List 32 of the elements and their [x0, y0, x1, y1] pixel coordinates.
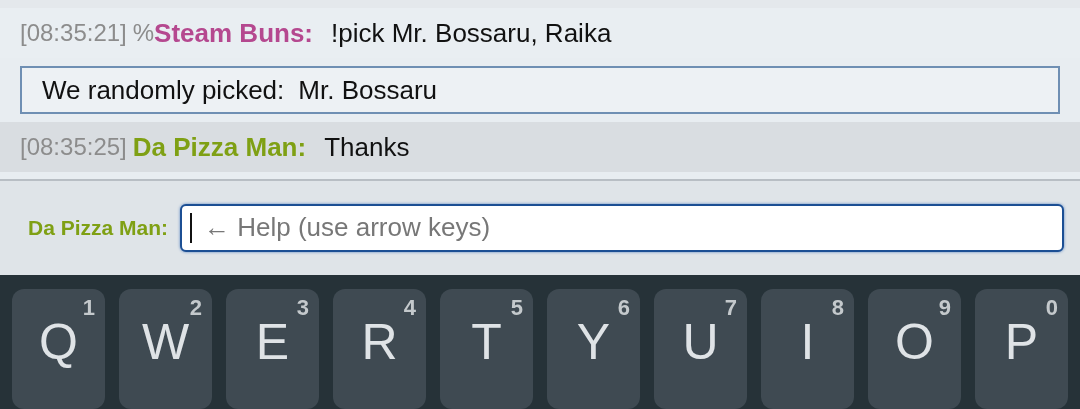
- key-hint: 9: [938, 295, 951, 321]
- keyboard-key[interactable]: Q 1: [12, 289, 105, 409]
- keyboard-key[interactable]: U 7: [654, 289, 747, 409]
- message-time: [08:35:25]: [20, 133, 127, 161]
- key-hint: 0: [1045, 295, 1058, 321]
- nick-label: Da Pizza Man:: [28, 215, 169, 240]
- message-time: [08:35:21]: [20, 19, 127, 47]
- user-name: Steam Buns:: [154, 17, 314, 49]
- key-hint: 5: [510, 295, 523, 321]
- user-name: Da Pizza Man:: [132, 131, 307, 163]
- keyboard-key[interactable]: T 5: [440, 289, 533, 409]
- key-hint: 2: [189, 295, 202, 321]
- key-hint: 6: [617, 295, 630, 321]
- key-hint: 1: [82, 295, 95, 321]
- message-text: !pick Mr. Bossaru, Raika: [331, 17, 612, 49]
- cursor-icon: [190, 212, 193, 243]
- user-prefix: %: [132, 19, 155, 47]
- keyboard-key[interactable]: P 0: [975, 289, 1068, 409]
- notice-text: Mr. Bossaru: [298, 74, 437, 106]
- message-input[interactable]: ← Help (use arrow keys): [180, 203, 1064, 252]
- key-hint: 7: [724, 295, 737, 321]
- keyboard-key[interactable]: E 3: [226, 289, 319, 409]
- keyboard-key[interactable]: Y 6: [547, 289, 640, 409]
- keyboard-key[interactable]: W 2: [119, 289, 212, 409]
- message-text: Thanks: [324, 131, 410, 163]
- keyboard-key[interactable]: R 4: [333, 289, 426, 409]
- keyboard-key[interactable]: O 9: [868, 289, 961, 409]
- key-hint: 3: [296, 295, 309, 321]
- key-hint: 4: [403, 295, 416, 321]
- keyboard-key[interactable]: I 8: [761, 289, 854, 409]
- notice-label: We randomly picked:: [42, 74, 285, 106]
- key-hint: 8: [831, 295, 844, 321]
